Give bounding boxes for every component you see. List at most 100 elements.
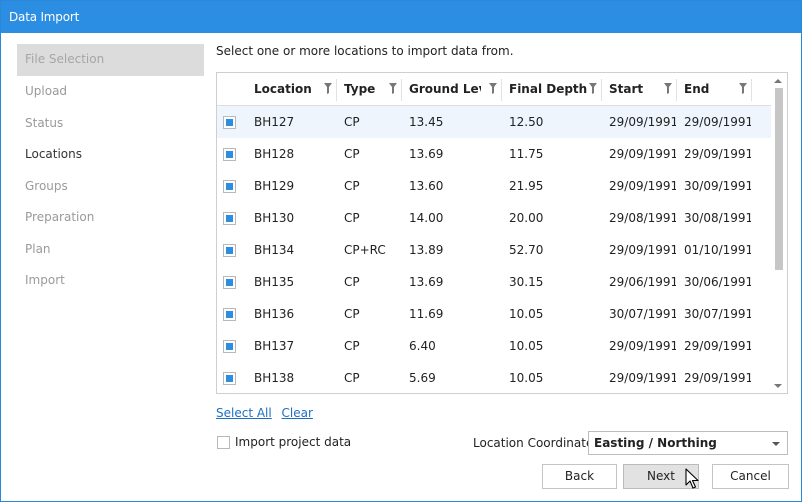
import-project-checkbox[interactable] (217, 436, 230, 449)
location-coordinates-label: Location Coordinates (473, 436, 600, 450)
cell-type: CP+RC (344, 243, 386, 257)
cell-final-depth: 52.70 (509, 243, 544, 257)
table-row[interactable]: BH130 CP 14.00 20.00 29/08/1991 0 30/08/… (217, 202, 772, 234)
cell-end: 30/08/1991 0 (684, 211, 751, 225)
scrollbar-thumb[interactable] (775, 88, 783, 270)
column-separator[interactable] (676, 79, 677, 101)
filter-icon[interactable] (589, 83, 597, 94)
step-locations[interactable]: Locations (17, 139, 204, 171)
cell-start: 29/09/1991 0 (609, 371, 676, 385)
row-checkbox[interactable] (223, 372, 236, 385)
cell-type: CP (344, 307, 360, 321)
filter-icon[interactable] (389, 83, 397, 94)
column-separator[interactable] (401, 79, 402, 101)
selection-links: Select All Clear (216, 406, 319, 420)
table-row[interactable]: BH128 CP 13.69 11.75 29/09/1991 0 29/09/… (217, 138, 772, 170)
step-status[interactable]: Status (17, 108, 204, 140)
table-row[interactable]: BH135 CP 13.69 30.15 29/06/1991 0 30/06/… (217, 266, 772, 298)
cell-start: 29/09/1991 0 (609, 115, 676, 129)
cell-ground-level: 13.69 (409, 275, 444, 289)
cell-ground-level: 11.69 (409, 307, 444, 321)
cell-type: CP (344, 179, 360, 193)
filter-icon[interactable] (489, 83, 497, 94)
column-separator[interactable] (501, 79, 502, 101)
step-groups[interactable]: Groups (17, 171, 204, 203)
cell-final-depth: 30.15 (509, 275, 544, 289)
row-checkbox[interactable] (223, 340, 236, 353)
locations-grid: Location Type Ground Level Final Depth S… (216, 72, 788, 394)
cell-location: BH134 (254, 243, 295, 257)
row-checkbox[interactable] (223, 116, 236, 129)
table-row[interactable]: BH129 CP 13.60 21.95 29/09/1991 0 30/09/… (217, 170, 772, 202)
back-button[interactable]: Back (542, 464, 617, 489)
cell-start: 30/07/1991 0 (609, 307, 676, 321)
cell-type: CP (344, 371, 360, 385)
select-all-link[interactable]: Select All (216, 406, 272, 420)
cell-type: CP (344, 115, 360, 129)
row-checkbox[interactable] (223, 180, 236, 193)
table-row[interactable]: BH138 CP 5.69 10.05 29/09/1991 0 29/09/1… (217, 362, 772, 393)
table-row[interactable]: BH134 CP+RC 13.89 52.70 29/09/1991 0 01/… (217, 234, 772, 266)
cell-final-depth: 11.75 (509, 147, 544, 161)
cell-final-depth: 10.05 (509, 307, 544, 321)
step-import[interactable]: Import (17, 265, 204, 297)
cell-start: 29/08/1991 0 (609, 211, 676, 225)
filter-icon[interactable] (739, 83, 747, 94)
cell-location: BH137 (254, 339, 295, 353)
filter-icon[interactable] (664, 83, 672, 94)
column-header-ground-level[interactable]: Ground Level (409, 73, 481, 106)
vertical-scrollbar[interactable] (771, 73, 787, 393)
cell-final-depth: 10.05 (509, 371, 544, 385)
cell-location: BH135 (254, 275, 295, 289)
cell-final-depth: 12.50 (509, 115, 544, 129)
scroll-up-icon[interactable] (774, 79, 782, 83)
column-header-end[interactable]: End (684, 73, 739, 106)
row-checkbox[interactable] (223, 148, 236, 161)
column-header-type[interactable]: Type (344, 73, 394, 106)
cell-end: 30/07/1991 0 (684, 307, 751, 321)
clear-link[interactable]: Clear (282, 406, 313, 420)
column-separator[interactable] (601, 79, 602, 101)
step-upload[interactable]: Upload (17, 76, 204, 108)
step-file-selection[interactable]: File Selection (17, 44, 204, 76)
cell-location: BH138 (254, 371, 295, 385)
import-project-label[interactable]: Import project data (235, 435, 351, 449)
cell-location: BH130 (254, 211, 295, 225)
cell-location: BH136 (254, 307, 295, 321)
column-header-start[interactable]: Start (609, 73, 664, 106)
title-bar[interactable]: Data Import (1, 1, 801, 33)
chevron-down-icon[interactable] (772, 442, 780, 446)
table-row[interactable]: BH136 CP 11.69 10.05 30/07/1991 0 30/07/… (217, 298, 772, 330)
step-preparation[interactable]: Preparation (17, 202, 204, 234)
mouse-pointer-icon (685, 468, 699, 489)
grid-header: Location Type Ground Level Final Depth S… (217, 73, 772, 106)
scroll-down-icon[interactable] (774, 384, 782, 388)
column-header-location[interactable]: Location (254, 73, 334, 106)
row-checkbox[interactable] (223, 212, 236, 225)
column-separator[interactable] (336, 79, 337, 101)
cell-type: CP (344, 339, 360, 353)
cell-final-depth: 10.05 (509, 339, 544, 353)
cell-start: 29/09/1991 0 (609, 179, 676, 193)
column-separator[interactable] (751, 79, 752, 101)
filter-icon[interactable] (324, 83, 332, 94)
step-plan[interactable]: Plan (17, 234, 204, 266)
cell-type: CP (344, 211, 360, 225)
column-header-final-depth[interactable]: Final Depth (509, 73, 589, 106)
location-coordinates-select[interactable]: Easting / Northing (588, 431, 788, 455)
row-checkbox[interactable] (223, 308, 236, 321)
table-row[interactable]: BH127 CP 13.45 12.50 29/09/1991 0 29/09/… (217, 106, 772, 138)
row-checkbox[interactable] (223, 244, 236, 257)
cell-ground-level: 5.69 (409, 371, 436, 385)
cell-final-depth: 21.95 (509, 179, 544, 193)
cell-end: 29/09/1991 0 (684, 115, 751, 129)
cancel-button[interactable]: Cancel (712, 464, 789, 489)
cell-ground-level: 13.69 (409, 147, 444, 161)
cell-ground-level: 13.45 (409, 115, 444, 129)
cell-start: 29/09/1991 0 (609, 339, 676, 353)
cell-location: BH129 (254, 179, 295, 193)
table-row[interactable]: BH137 CP 6.40 10.05 29/09/1991 0 29/09/1… (217, 330, 772, 362)
cell-end: 01/10/1991 0 (684, 243, 751, 257)
row-checkbox[interactable] (223, 276, 236, 289)
cell-location: BH128 (254, 147, 295, 161)
